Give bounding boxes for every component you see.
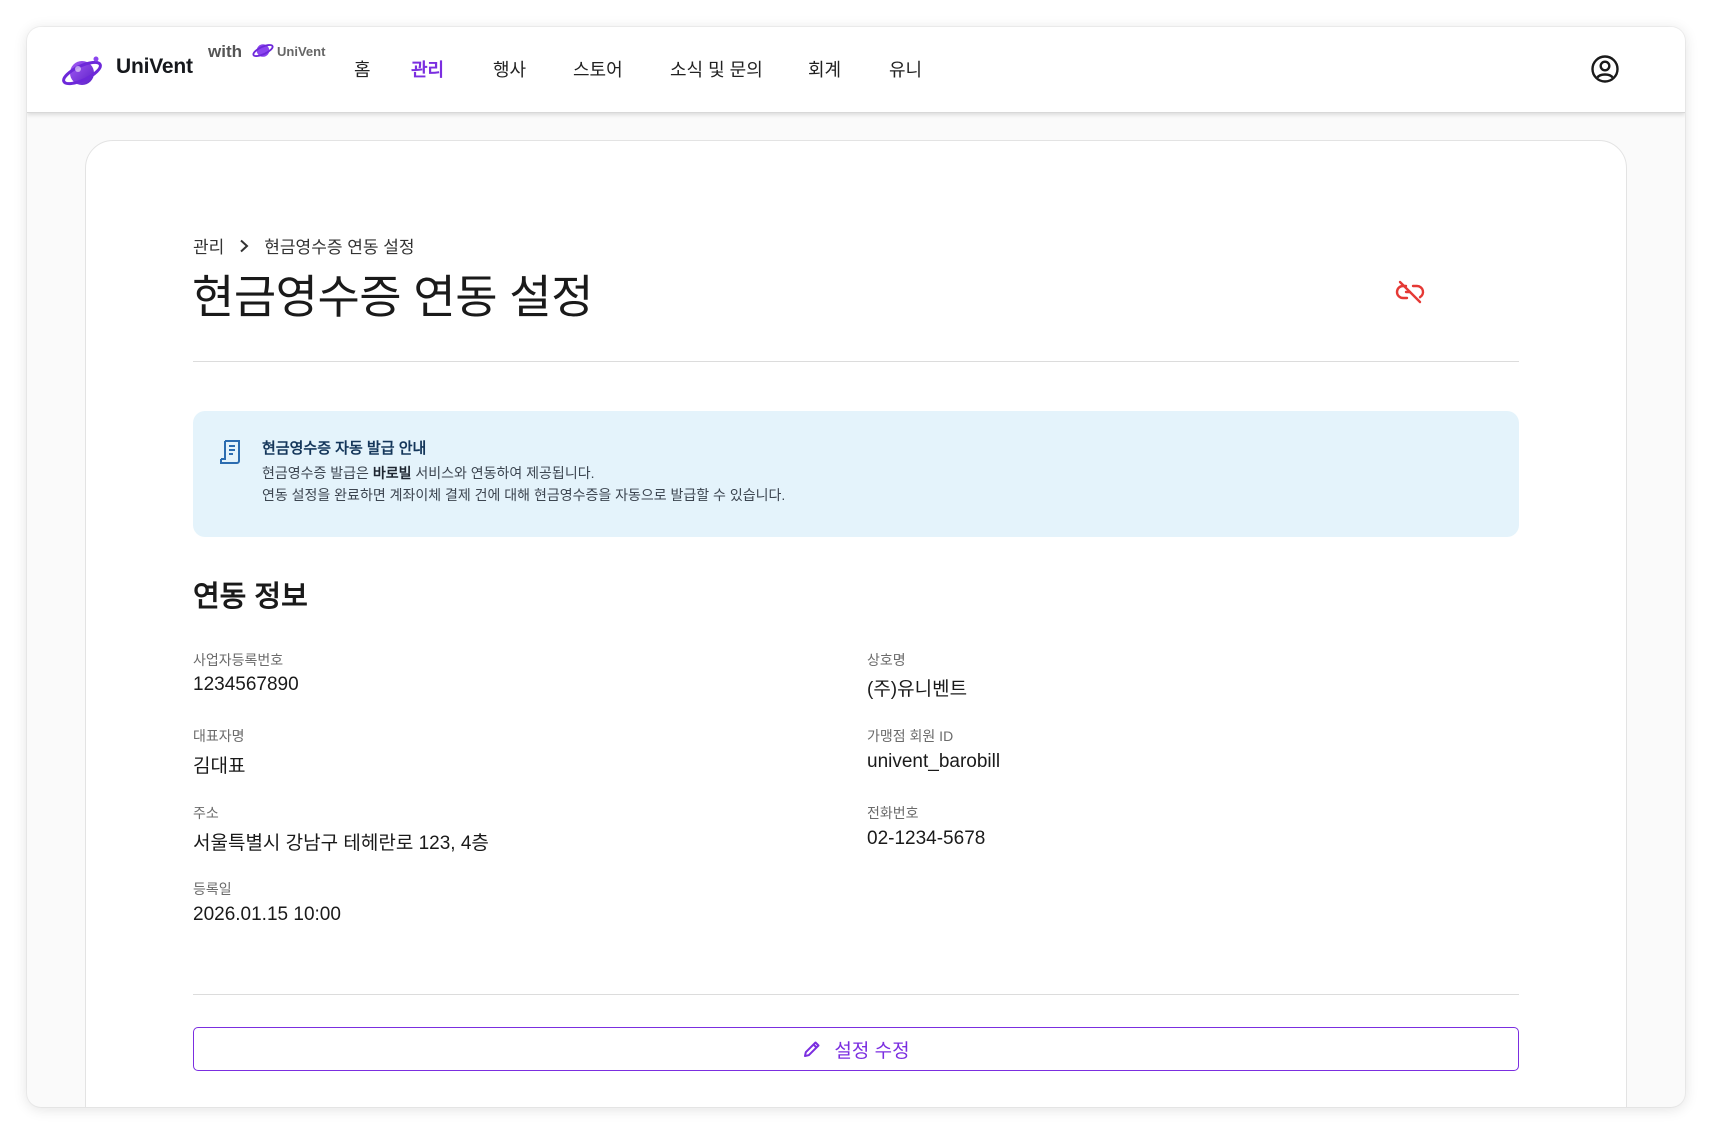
nav-item-uni[interactable]: 유니 <box>889 56 922 82</box>
registered-at-value: 2026.01.15 10:00 <box>193 904 341 925</box>
registered-at-label: 등록일 <box>193 881 232 897</box>
breadcrumb: 관리 현금영수증 연동 설정 <box>193 233 415 258</box>
brand-name[interactable]: UniVent <box>116 55 193 79</box>
nav-item-store[interactable]: 스토어 <box>573 56 623 82</box>
address-label: 주소 <box>193 805 219 821</box>
breadcrumb-root[interactable]: 관리 <box>193 233 224 258</box>
chevron-right-icon <box>240 239 249 252</box>
section-title: 연동 정보 <box>193 581 308 613</box>
pencil-icon <box>804 1041 820 1057</box>
member-id-label: 가맹점 회원 ID <box>867 728 954 744</box>
nav-item-accounting[interactable]: 회계 <box>808 56 841 82</box>
nav-item-events[interactable]: 행사 <box>493 56 526 82</box>
breadcrumb-current: 현금영수증 연동 설정 <box>264 238 415 257</box>
company-name-value: (주)유니벤트 <box>867 679 968 700</box>
univent-mini-logo-icon <box>252 44 274 57</box>
top-navigation-bar: UniVent with UniVent 홈 관리 행사 스토어 소식 및 문의… <box>27 27 1685 113</box>
link-off-icon[interactable] <box>1395 277 1425 307</box>
header-divider <box>193 361 1519 362</box>
nav-item-news-inquiry[interactable]: 소식 및 문의 <box>670 56 763 82</box>
notice-line-2: 연동 설정을 완료하면 계좌이체 결제 건에 대해 현금영수증을 자동으로 발급… <box>262 487 786 503</box>
representative-label: 대표자명 <box>193 728 245 744</box>
receipt-icon <box>220 440 240 464</box>
phone-value: 02-1234-5678 <box>867 828 986 849</box>
representative-value: 김대표 <box>193 756 246 777</box>
member-id-value: univent_barobill <box>867 751 1001 772</box>
planet-logo-icon[interactable] <box>61 53 103 91</box>
with-label: with <box>208 42 242 61</box>
account-circle-icon[interactable] <box>1590 54 1620 84</box>
phone-label: 전화번호 <box>867 805 919 821</box>
address-value: 서울특별시 강남구 테헤란로 123, 4층 <box>193 833 489 854</box>
barobill-service-name: 바로빌 <box>372 465 412 481</box>
company-name-label: 상호명 <box>867 652 906 668</box>
nav-item-home[interactable]: 홈 <box>354 56 371 82</box>
page-title: 현금영수증 연동 설정 <box>192 271 593 323</box>
notice-line-1: 현금영수증 발급은 바로빌 서비스와 연동하여 제공됩니다. <box>262 465 595 481</box>
settings-card: 관리 현금영수증 연동 설정 현금영수증 연동 설정 현금영수증 자동 발급 안… <box>85 140 1627 1107</box>
notice-box: 현금영수증 자동 발급 안내 현금영수증 발급은 바로빌 서비스와 연동하여 제… <box>193 411 1519 537</box>
business-number-value: 1234567890 <box>193 674 299 695</box>
with-brand-name: UniVent <box>277 44 326 59</box>
edit-settings-label: 설정 수정 <box>834 1040 910 1062</box>
notice-title: 현금영수증 자동 발급 안내 <box>262 440 427 457</box>
nav-item-manage[interactable]: 관리 <box>411 56 444 82</box>
edit-settings-button[interactable]: 설정 수정 <box>193 1027 1519 1071</box>
app-window: UniVent with UniVent 홈 관리 행사 스토어 소식 및 문의… <box>27 27 1685 1107</box>
footer-divider <box>193 994 1519 995</box>
business-number-label: 사업자등록번호 <box>193 652 284 668</box>
